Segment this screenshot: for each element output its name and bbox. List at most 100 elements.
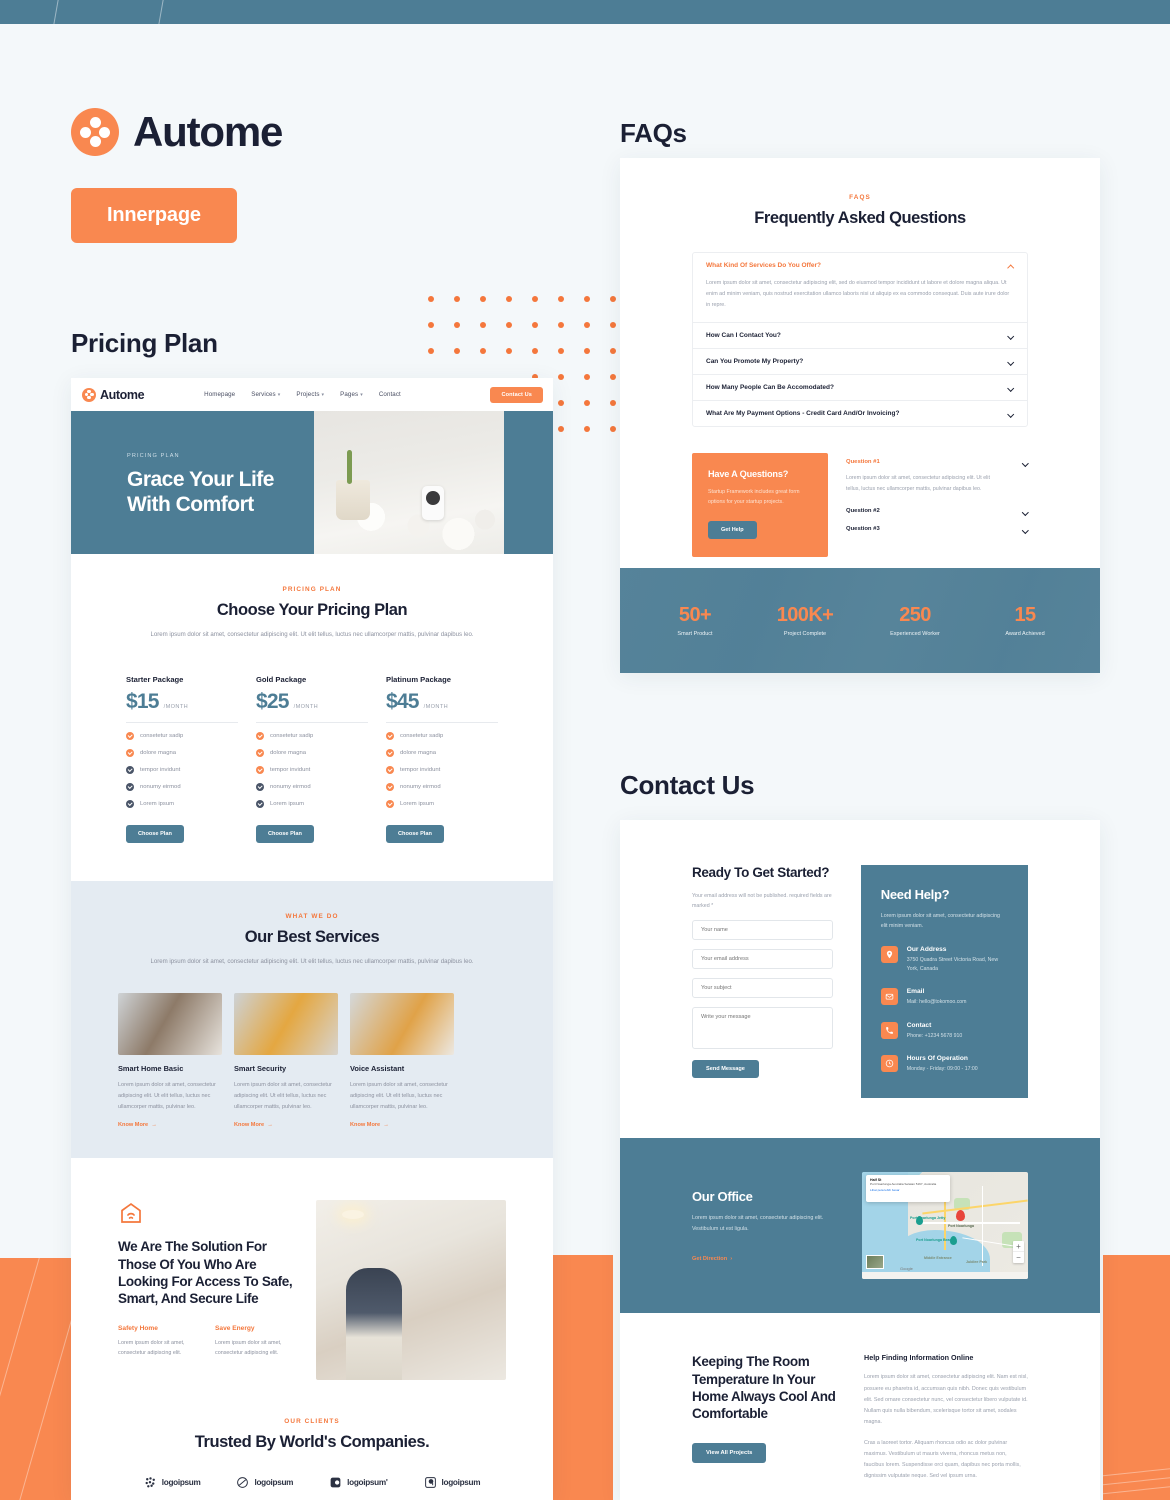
map-label-town: Port Noarlunga (948, 1224, 974, 1229)
contact-info-title: Our Address (906, 945, 947, 953)
side-question-item[interactable]: Question #3 (846, 520, 1028, 538)
logoipsum-icon (144, 1476, 157, 1489)
chevron-down-icon[interactable] (1022, 526, 1028, 532)
decorative-dot (610, 374, 616, 380)
faq-question: What Kind Of Services Do You Offer? (706, 262, 821, 269)
faq-question-row[interactable]: What Kind Of Services Do You Offer? (693, 253, 1027, 278)
service-text: Lorem ipsum dolor sit amet, consectetur … (118, 1082, 216, 1110)
map-zoom-controls[interactable]: + − (1013, 1241, 1024, 1264)
plan-period: /MONTH (293, 703, 319, 710)
side-question-row[interactable]: Question #3 (846, 520, 1028, 538)
plan-feature: consetetur sadip (256, 731, 368, 740)
contact-info-row: Our Address 3750 Quadra Street Victoria R… (880, 945, 1008, 975)
chevron-down-icon[interactable] (1007, 332, 1014, 339)
decorative-dot (454, 348, 460, 354)
chevron-up-icon[interactable] (1007, 262, 1014, 269)
decorative-dot (610, 426, 616, 432)
faq-item[interactable]: Can You Promote My Property? (693, 349, 1027, 376)
faq-item[interactable]: How Many People Can Be Accomodated? (693, 375, 1027, 402)
check-icon (256, 765, 264, 774)
choose-plan-button[interactable]: Choose Plan (126, 824, 184, 843)
stat-number: 50+ (678, 604, 712, 626)
faq-question-row[interactable]: Can You Promote My Property? (693, 349, 1027, 374)
chevron-down-icon[interactable] (1007, 410, 1014, 417)
client-logo-label: logoipsum (254, 1478, 294, 1488)
solution-column-title: Safety Home (118, 1325, 158, 1333)
service-photo (350, 993, 454, 1056)
check-icon (126, 731, 134, 740)
know-more-link[interactable]: Know More → (350, 1122, 454, 1128)
choose-plan-button[interactable]: Choose Plan (386, 824, 444, 843)
chevron-down-icon[interactable] (1022, 508, 1028, 514)
map-info-bubble[interactable]: Half St Port Noarlunga Australia Selatan… (866, 1175, 950, 1203)
plan-feature: tempor invidunt (126, 765, 238, 774)
know-more-link[interactable]: Know More → (234, 1122, 338, 1128)
bottom-middle-orange-block (553, 1255, 613, 1500)
chevron-down-icon[interactable] (1007, 384, 1014, 391)
mock-navbar: Autome Homepage Services ▾ Projects ▾ Pages ▾ C… (71, 378, 553, 411)
clock-icon (880, 1055, 898, 1073)
plan-feature-label: tempor invidunt (400, 766, 441, 773)
get-direction-link[interactable]: Get Direction › (692, 1256, 838, 1262)
check-icon (386, 782, 394, 791)
send-message-button[interactable]: Send Message (692, 1060, 759, 1079)
office-map[interactable]: Port Noarlunga Port Noarlunga Jetty Port… (862, 1172, 1028, 1280)
faq-item[interactable]: What Are My Payment Options - Credit Car… (693, 401, 1027, 426)
chevron-down-icon[interactable] (1007, 358, 1014, 365)
side-question-item[interactable]: Question #2 (846, 502, 1028, 520)
mock-brand-name: Autome (100, 387, 145, 402)
subject-input[interactable] (692, 978, 833, 999)
side-question-row[interactable]: Question #1 (846, 453, 1028, 471)
check-icon (386, 799, 394, 808)
faq-question: How Can I Contact You? (706, 332, 781, 340)
check-icon (256, 799, 264, 808)
nav-contact-us-button[interactable]: Contact Us (490, 386, 543, 403)
location-pin-icon (880, 945, 898, 963)
decorative-dot (584, 426, 590, 432)
side-question-item[interactable]: Question #1 Lorem ipsum dolor sit amet, c… (846, 453, 1028, 502)
side-question-row[interactable]: Question #2 (846, 502, 1028, 520)
office-text: Lorem ipsum dolor sit amet, consectetur … (692, 1215, 824, 1232)
view-all-projects-button[interactable]: View All Projects (692, 1442, 767, 1463)
message-textarea[interactable] (692, 1007, 833, 1050)
name-input[interactable] (692, 920, 833, 941)
plan-feature-label: nonumy eirmod (270, 783, 311, 790)
map-label-park: Jubilee Park (966, 1260, 988, 1265)
keeping-side-p1: Lorem ipsum dolor sit amet, consectetur … (864, 1374, 1028, 1425)
solution-column: Safety Home Lorem ipsum dolor sit amet, c… (118, 1325, 201, 1358)
faq-item[interactable]: What Kind Of Services Do You Offer? Lorem… (693, 253, 1027, 324)
choose-plan-button[interactable]: Choose Plan (256, 824, 314, 843)
decorative-dot (532, 348, 538, 354)
faq-accordion: What Kind Of Services Do You Offer? Lorem… (692, 252, 1028, 428)
nav-link-homepage[interactable]: Homepage (204, 391, 235, 398)
nav-link-projects[interactable]: Projects ▾ (296, 391, 324, 398)
faq-question-row[interactable]: How Many People Can Be Accomodated? (693, 375, 1027, 400)
chevron-up-icon[interactable] (1022, 459, 1028, 465)
hero-product-photo (314, 411, 504, 554)
innerpage-badge[interactable]: Innerpage (71, 188, 237, 243)
mock-brand[interactable]: Autome (82, 387, 145, 402)
decorative-dot (480, 322, 486, 328)
map-zoom-in-button[interactable]: + (1013, 1241, 1024, 1253)
nav-link-services[interactable]: Services ▾ (251, 391, 280, 398)
faq-answer: Lorem ipsum dolor sit amet, consectetur … (706, 280, 1010, 309)
map-zoom-out-button[interactable]: − (1013, 1252, 1024, 1263)
map-street-thumbnail[interactable] (866, 1255, 884, 1270)
faq-item[interactable]: How Can I Contact You? (693, 323, 1027, 350)
nav-link-pages[interactable]: Pages ▾ (340, 391, 363, 398)
map-expand-link: Lihat peta lebih besar (870, 1188, 900, 1193)
plan-feature-label: Lorem ipsum (400, 800, 435, 807)
chevron-down-icon: ▾ (277, 392, 281, 398)
client-logo: logoipsum (144, 1476, 201, 1489)
check-icon (386, 731, 394, 740)
decorative-dot (610, 400, 616, 406)
nav-link-contact[interactable]: Contact (379, 391, 401, 398)
email-input[interactable] (692, 949, 833, 970)
have-questions-card: Have A Questions? Startup Framework incl… (692, 453, 828, 558)
plan-feature-label: consetetur sadip (140, 732, 184, 739)
know-more-link[interactable]: Know More → (118, 1122, 222, 1128)
faq-question-row[interactable]: What Are My Payment Options - Credit Car… (693, 401, 1027, 426)
faq-question-row[interactable]: How Can I Contact You? (693, 323, 1027, 348)
pricing-plan-card: Starter Package $15/MONTH consetetur sadip… (126, 675, 238, 843)
get-help-button[interactable]: Get Help (708, 521, 757, 540)
